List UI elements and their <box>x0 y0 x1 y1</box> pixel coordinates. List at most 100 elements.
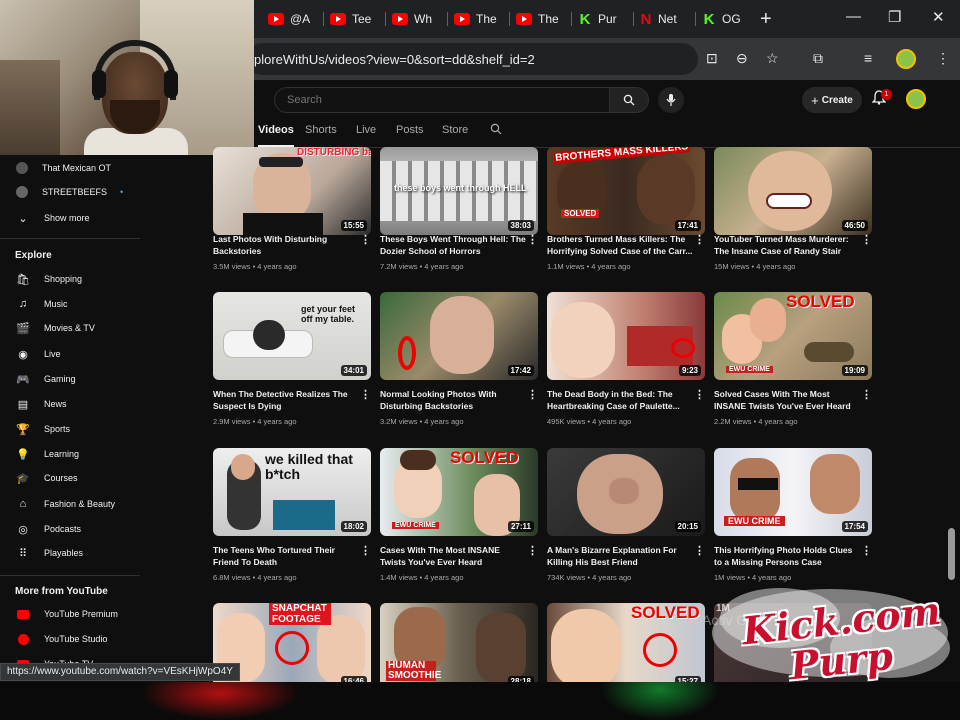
more-options-icon[interactable]: ⋮ <box>527 544 538 557</box>
trophy-icon: 🏆 <box>16 423 30 436</box>
video-thumbnail[interactable]: 17:42 <box>380 292 538 380</box>
tab-live[interactable]: Live <box>356 124 376 136</box>
page-scrollbar[interactable] <box>948 528 955 580</box>
video-title[interactable]: When The Detective Realizes The Suspect … <box>213 388 361 412</box>
video-title[interactable]: Last Photos With Disturbing Backstories <box>213 233 361 257</box>
video-thumbnail[interactable]: 20:15 <box>547 448 705 536</box>
sidebar-item-fashion-beauty[interactable]: ⌂ Fashion & Beauty <box>0 492 150 516</box>
install-app-icon[interactable]: ⊡ <box>706 50 718 67</box>
more-options-icon[interactable]: ⋮ <box>694 233 705 246</box>
zoom-icon[interactable]: ⊖ <box>736 50 748 67</box>
video-thumbnail[interactable]: 9:23 <box>547 292 705 380</box>
lightbulb-icon: 💡 <box>16 448 30 461</box>
sidebar-item-youtube-studio[interactable]: YouTube Studio <box>0 627 150 651</box>
more-from-youtube-heading: More from YouTube <box>15 586 108 597</box>
video-title[interactable]: YouTuber Turned Mass Murderer: The Insan… <box>714 233 862 257</box>
more-options-icon[interactable]: ⋮ <box>360 544 371 557</box>
youtube-premium-icon <box>16 607 30 621</box>
video-title[interactable]: Normal Looking Photos With Disturbing Ba… <box>380 388 528 412</box>
sidebar-item-playables[interactable]: ⠿ Playables <box>0 541 150 565</box>
sidebar-item-podcasts[interactable]: ◎ Podcasts <box>0 517 150 541</box>
more-options-icon[interactable]: ⋮ <box>861 233 872 246</box>
more-options-icon[interactable]: ⋮ <box>527 233 538 246</box>
browser-tab[interactable]: Tee <box>330 7 382 31</box>
browser-tab[interactable]: K OG <box>702 7 754 31</box>
sidebar-item-shopping[interactable]: 🛍 Shopping <box>0 267 150 291</box>
new-tab-button[interactable]: + <box>760 8 772 31</box>
subscription-that-mexican-ot[interactable]: That Mexican OT <box>0 156 150 180</box>
video-title[interactable]: Solved Cases With The Most INSANE Twists… <box>714 388 862 412</box>
media-control-icon[interactable]: ≡ <box>864 50 872 66</box>
video-thumbnail[interactable]: we killed that b*tch 18:02 <box>213 448 371 536</box>
link-status-bar: https://www.youtube.com/watch?v=VEsKHjWp… <box>0 663 240 681</box>
more-options-icon[interactable]: ⋮ <box>861 544 872 557</box>
tab-shorts[interactable]: Shorts <box>305 124 337 136</box>
search-box[interactable] <box>274 87 610 113</box>
video-thumbnail[interactable]: 46:50 <box>714 147 872 235</box>
video-title[interactable]: This Horrifying Photo Holds Clues to a M… <box>714 544 862 568</box>
browser-tab[interactable]: The <box>454 7 506 31</box>
video-title[interactable]: Cases With The Most INSANE Twists You've… <box>380 544 528 568</box>
video-title[interactable]: These Boys Went Through Hell: The Dozier… <box>380 233 528 257</box>
video-thumbnail[interactable]: BROTHERS MASS KILLERS SOLVED 17:41 <box>547 147 705 235</box>
tab-store[interactable]: Store <box>442 124 468 136</box>
account-avatar[interactable] <box>906 89 926 109</box>
browser-menu-icon[interactable]: ⋮ <box>936 50 950 67</box>
browser-tab[interactable]: The <box>516 7 568 31</box>
video-title[interactable]: The Teens Who Tortured Their Friend To D… <box>213 544 361 568</box>
video-thumbnail[interactable]: SOLVED EWU CRIME 19:09 <box>714 292 872 380</box>
tab-videos[interactable]: Videos <box>258 124 294 136</box>
tab-search-icon[interactable]: ⧉ <box>813 50 823 67</box>
subscription-streetbeefs[interactable]: STREETBEEFS • <box>0 180 150 204</box>
video-thumbnail[interactable]: get your feet off my table. 34:01 <box>213 292 371 380</box>
sidebar-item-gaming[interactable]: 🎮 Gaming <box>0 367 150 391</box>
sidebar-item-news[interactable]: ▤ News <box>0 392 150 416</box>
video-thumbnail[interactable]: HUMAN SMOOTHIE 28:18 <box>380 603 538 691</box>
tab-posts[interactable]: Posts <box>396 124 424 136</box>
sidebar-item-courses[interactable]: 🎓 Courses <box>0 466 150 490</box>
address-bar[interactable]: ploreWithUs/videos?view=0&sort=dd&shelf_… <box>246 43 698 75</box>
microphone-icon <box>666 94 676 106</box>
kick-icon: K <box>579 10 591 28</box>
more-options-icon[interactable]: ⋮ <box>360 388 371 401</box>
bookmark-star-icon[interactable]: ☆ <box>766 50 779 67</box>
search-button[interactable] <box>609 87 649 113</box>
video-thumbnail[interactable]: EWU CRIME 17:54 <box>714 448 872 536</box>
video-thumbnail[interactable]: SOLVED 15:27 <box>547 603 705 691</box>
browser-profile-avatar[interactable] <box>896 49 916 69</box>
more-options-icon[interactable]: ⋮ <box>527 388 538 401</box>
sidebar-item-sports[interactable]: 🏆 Sports <box>0 417 150 441</box>
restore-button[interactable]: ❐ <box>888 8 901 26</box>
close-window-button[interactable]: ✕ <box>932 8 945 26</box>
video-meta: 15M views • 4 years ago <box>714 262 796 271</box>
search-input[interactable] <box>275 88 609 112</box>
music-note-icon: ♫ <box>18 298 28 310</box>
more-options-icon[interactable]: ⋮ <box>694 388 705 401</box>
minimize-button[interactable]: — <box>846 8 861 25</box>
youtube-icon <box>392 13 408 25</box>
sidebar-item-learning[interactable]: 💡 Learning <box>0 442 150 466</box>
sidebar-item-youtube-premium[interactable]: YouTube Premium <box>0 602 150 626</box>
thumbnail-badge: EWU CRIME <box>724 516 785 526</box>
voice-search-button[interactable] <box>658 87 684 113</box>
more-options-icon[interactable]: ⋮ <box>861 388 872 401</box>
video-thumbnail[interactable]: DISTURBING backstories 15:55 <box>213 147 371 235</box>
browser-tab[interactable]: K Pur <box>578 7 630 31</box>
browser-tab[interactable]: @A <box>268 7 320 31</box>
show-more-button[interactable]: ⌄ Show more <box>0 206 150 230</box>
video-thumbnail[interactable]: these boys went through HELL 38:03 <box>380 147 538 235</box>
video-title[interactable]: Brothers Turned Mass Killers: The Horrif… <box>547 233 695 257</box>
channel-search-icon[interactable] <box>490 123 502 138</box>
create-button[interactable]: + Create <box>802 87 862 113</box>
sidebar-item-music[interactable]: ♫ Music <box>0 292 150 316</box>
notification-count-badge: 1 <box>881 89 892 100</box>
browser-tab[interactable]: N Net <box>640 7 692 31</box>
video-thumbnail[interactable]: SOLVED EWU CRIME 27:11 <box>380 448 538 536</box>
more-options-icon[interactable]: ⋮ <box>360 233 371 246</box>
video-title[interactable]: A Man's Bizarre Explanation For Killing … <box>547 544 695 568</box>
sidebar-item-live[interactable]: ◉ Live <box>0 342 150 366</box>
video-title[interactable]: The Dead Body in the Bed: The Heartbreak… <box>547 388 695 412</box>
browser-tab[interactable]: Wh <box>392 7 444 31</box>
more-options-icon[interactable]: ⋮ <box>694 544 705 557</box>
sidebar-item-movies-tv[interactable]: 🎬 Movies & TV <box>0 316 150 340</box>
